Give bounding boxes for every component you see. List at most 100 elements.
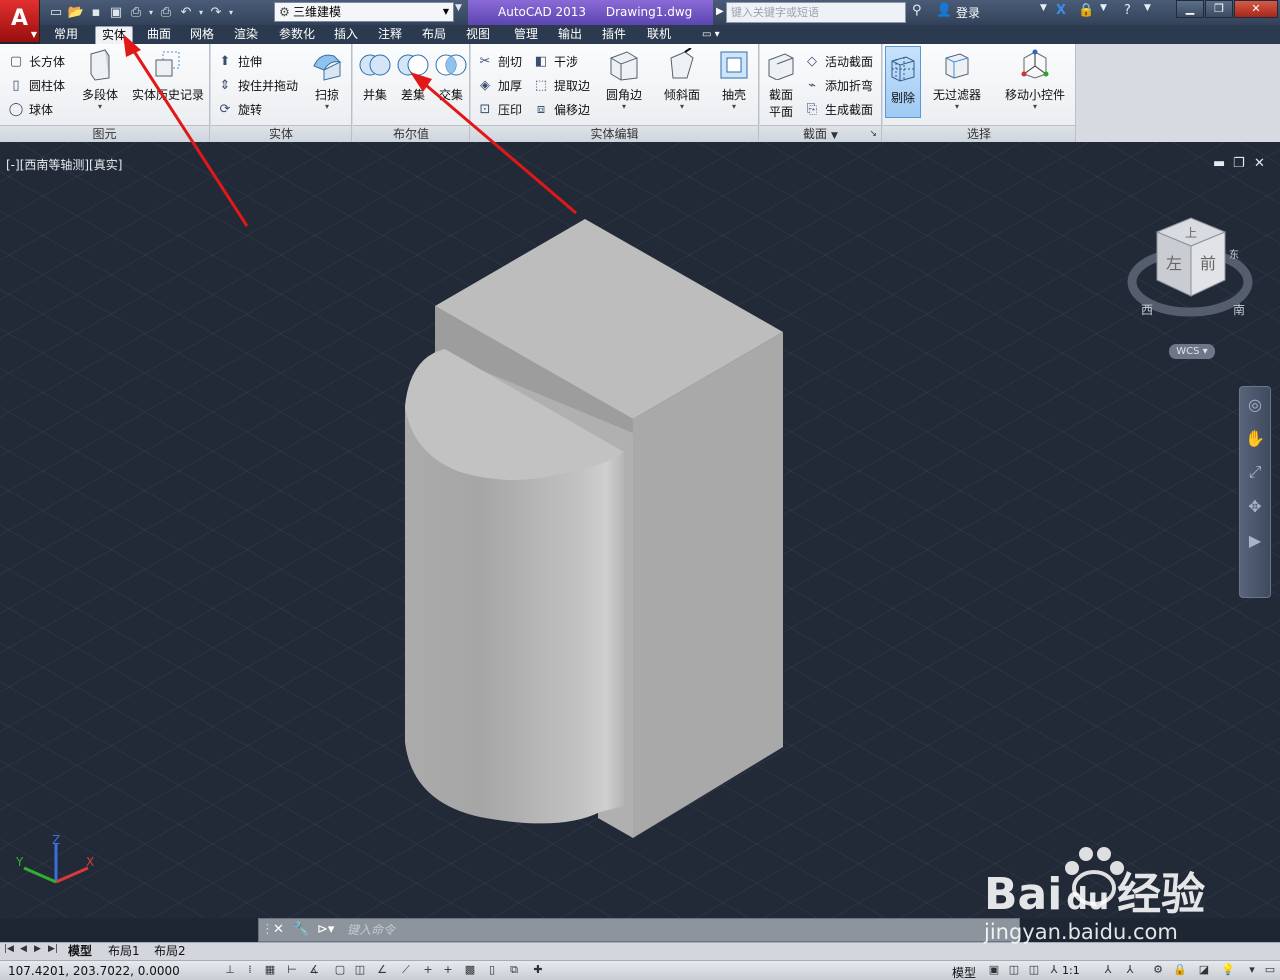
prev-tab-icon[interactable]: ◀ bbox=[20, 944, 27, 954]
zoom-icon[interactable]: ⤢ bbox=[1240, 455, 1270, 489]
close-command-line-icon[interactable]: ✕ bbox=[273, 922, 284, 937]
redo-dropdown-icon[interactable]: ▾ bbox=[226, 3, 236, 22]
box-button[interactable]: ▢ 长方体 bbox=[8, 53, 65, 70]
thicken-button[interactable]: ◈ 加厚 bbox=[477, 77, 522, 94]
publish-dropdown-icon[interactable]: ▾ bbox=[146, 3, 156, 22]
close-button[interactable]: ✕ bbox=[1234, 0, 1278, 18]
lineweight-icon[interactable]: + bbox=[440, 963, 456, 978]
section-plane-button[interactable]: 截面 平面 bbox=[764, 48, 798, 120]
clean-screen-icon[interactable]: ▭ bbox=[1262, 963, 1278, 978]
shell-button[interactable]: 抽壳 ▾ bbox=[715, 48, 753, 111]
subtract-button[interactable]: 差集 bbox=[395, 48, 431, 103]
new-file-icon[interactable]: ▭ bbox=[46, 3, 66, 22]
user-icon[interactable]: 👤 bbox=[936, 3, 952, 18]
fillet-edge-button[interactable]: 圆角边 ▾ bbox=[603, 48, 645, 111]
tab-render[interactable]: 渲染 bbox=[228, 26, 264, 44]
dialog-launcher-icon[interactable]: ↘ bbox=[869, 126, 877, 142]
recent-commands-icon[interactable]: ⊳▾ bbox=[317, 922, 334, 937]
tab-annotate[interactable]: 注释 bbox=[372, 26, 408, 44]
taper-faces-button[interactable]: 倾斜面 ▾ bbox=[659, 48, 705, 111]
no-filter-button[interactable]: 无过滤器 ▾ bbox=[929, 48, 985, 111]
quick-view-drawings-icon[interactable]: ◫ bbox=[1026, 963, 1042, 978]
pan-icon[interactable]: ✋ bbox=[1240, 421, 1270, 455]
presspull-button[interactable]: ⇕ 按住并拖动 bbox=[217, 77, 298, 94]
steering-wheel-icon[interactable]: ◎ bbox=[1240, 387, 1270, 421]
tab-view[interactable]: 视图 bbox=[460, 26, 496, 44]
lock-icon[interactable]: 🔒 bbox=[1078, 3, 1094, 18]
first-tab-icon[interactable]: |◀ bbox=[4, 944, 14, 954]
quick-view-layouts-icon[interactable]: ◫ bbox=[1006, 963, 1022, 978]
annotation-scale-icon[interactable]: ⅄ bbox=[1046, 963, 1062, 978]
plot-icon[interactable]: ⎙ bbox=[156, 3, 176, 22]
exchange-icon[interactable]: X bbox=[1056, 3, 1066, 18]
drawing-viewport[interactable]: [-][西南等轴测][真实] ▬ ❐ ✕ 上 左 前 西 南 东 WCS ▾ ◎… bbox=[0, 142, 1280, 918]
slice-button[interactable]: ✂ 剖切 bbox=[477, 53, 522, 70]
isolate-objects-icon[interactable]: 💡 bbox=[1220, 963, 1236, 978]
tab-solid[interactable]: 实体 bbox=[95, 26, 134, 44]
intersect-button[interactable]: 交集 bbox=[433, 48, 469, 103]
workspace-switch-icon[interactable]: ⚙ bbox=[1150, 963, 1166, 978]
tab-mesh[interactable]: 网格 bbox=[184, 26, 220, 44]
tab-home[interactable]: 常用 bbox=[48, 26, 84, 44]
culling-button[interactable]: 剔除 bbox=[885, 46, 921, 118]
imprint-button[interactable]: ⊡ 压印 bbox=[477, 101, 522, 118]
undo-dropdown-icon[interactable]: ▾ bbox=[196, 3, 206, 22]
orbit-icon[interactable]: ✥ bbox=[1240, 489, 1270, 523]
tab-plugins[interactable]: 插件 bbox=[596, 26, 632, 44]
tab-output[interactable]: 输出 bbox=[552, 26, 588, 44]
solid-history-button[interactable]: 实体历史记录 bbox=[130, 48, 206, 103]
annotation-scale-value[interactable]: 1:1 bbox=[1062, 964, 1080, 977]
expand-arrow-icon[interactable]: ▶ bbox=[716, 6, 724, 17]
tab-surface[interactable]: 曲面 bbox=[141, 26, 177, 44]
tab-online[interactable]: 联机 bbox=[641, 26, 677, 44]
command-input[interactable]: 键入命令 bbox=[347, 921, 1017, 939]
interfere-button[interactable]: ◧ 干涉 bbox=[533, 53, 578, 70]
tab-insert[interactable]: 插入 bbox=[328, 26, 364, 44]
extrude-button[interactable]: ⬆ 拉伸 bbox=[217, 53, 262, 70]
lock-dropdown-icon[interactable]: ▼ bbox=[1100, 3, 1107, 13]
polysolid-button[interactable]: 多段体 ▾ bbox=[80, 48, 120, 111]
publish-icon[interactable]: ⎙ bbox=[126, 3, 146, 22]
auto-scale-icon[interactable]: ⅄ bbox=[1122, 963, 1138, 978]
generate-section-button[interactable]: ⎘ 生成截面 bbox=[804, 101, 873, 118]
gizmo-button[interactable]: 移动小控件 ▾ bbox=[999, 48, 1071, 111]
tab-model[interactable]: 模型 bbox=[68, 944, 92, 960]
add-jog-button[interactable]: ⌁ 添加折弯 bbox=[804, 77, 873, 94]
cylinder-button[interactable]: ▯ 圆柱体 bbox=[8, 77, 65, 94]
last-tab-icon[interactable]: ▶| bbox=[48, 944, 58, 954]
redo-icon[interactable]: ↷ bbox=[206, 3, 226, 22]
undo-icon[interactable]: ↶ bbox=[176, 3, 196, 22]
sweep-button[interactable]: 扫掠 ▾ bbox=[307, 48, 347, 111]
tab-layout[interactable]: 布局 bbox=[416, 26, 452, 44]
transparency-icon[interactable]: ▩ bbox=[462, 963, 478, 978]
signin-dropdown-icon[interactable]: ▼ bbox=[1040, 3, 1047, 13]
status-bar-menu-icon[interactable]: ▾ bbox=[1244, 963, 1260, 978]
dyn-icon[interactable]: + bbox=[420, 963, 436, 978]
infer-constraints-icon[interactable]: ⊥ bbox=[222, 963, 238, 978]
ortho-icon[interactable]: ⊢ bbox=[284, 963, 300, 978]
restore-button[interactable]: ❐ bbox=[1205, 0, 1233, 18]
tab-parametric[interactable]: 参数化 bbox=[273, 26, 321, 44]
hardware-acceleration-icon[interactable]: ◪ bbox=[1196, 963, 1212, 978]
help-dropdown-icon[interactable]: ▼ bbox=[1144, 3, 1151, 13]
coordinates-readout[interactable]: 107.4201, 203.7022, 0.0000 bbox=[8, 964, 180, 978]
revolve-button[interactable]: ⟳ 旋转 bbox=[217, 101, 262, 118]
tab-layout1[interactable]: 布局1 bbox=[108, 944, 140, 960]
customize-qat-icon[interactable]: ▼ bbox=[455, 3, 462, 13]
grid-icon[interactable]: ▦ bbox=[262, 963, 278, 978]
next-tab-icon[interactable]: ▶ bbox=[34, 944, 41, 954]
extract-edges-button[interactable]: ⬚ 提取边 bbox=[533, 77, 590, 94]
wcs-menu[interactable]: WCS ▾ bbox=[1169, 344, 1215, 359]
annotation-visibility-icon[interactable]: ⅄ bbox=[1100, 963, 1116, 978]
otrack-icon[interactable]: ∠ bbox=[374, 963, 390, 978]
union-button[interactable]: 并集 bbox=[357, 48, 393, 103]
ducs-icon[interactable]: ⟋ bbox=[398, 963, 414, 978]
panel-section-title[interactable]: 截面 ▼ ↘ bbox=[760, 125, 881, 142]
tab-manage[interactable]: 管理 bbox=[508, 26, 544, 44]
annotation-monitor-icon[interactable]: ✚ bbox=[530, 963, 546, 978]
polar-icon[interactable]: ∡ bbox=[306, 963, 322, 978]
save-icon[interactable]: ▪ bbox=[86, 3, 106, 22]
layout-grid-icon[interactable]: ▣ bbox=[986, 963, 1002, 978]
live-section-button[interactable]: ◇ 活动截面 bbox=[804, 53, 873, 70]
tab-layout2[interactable]: 布局2 bbox=[154, 944, 186, 960]
